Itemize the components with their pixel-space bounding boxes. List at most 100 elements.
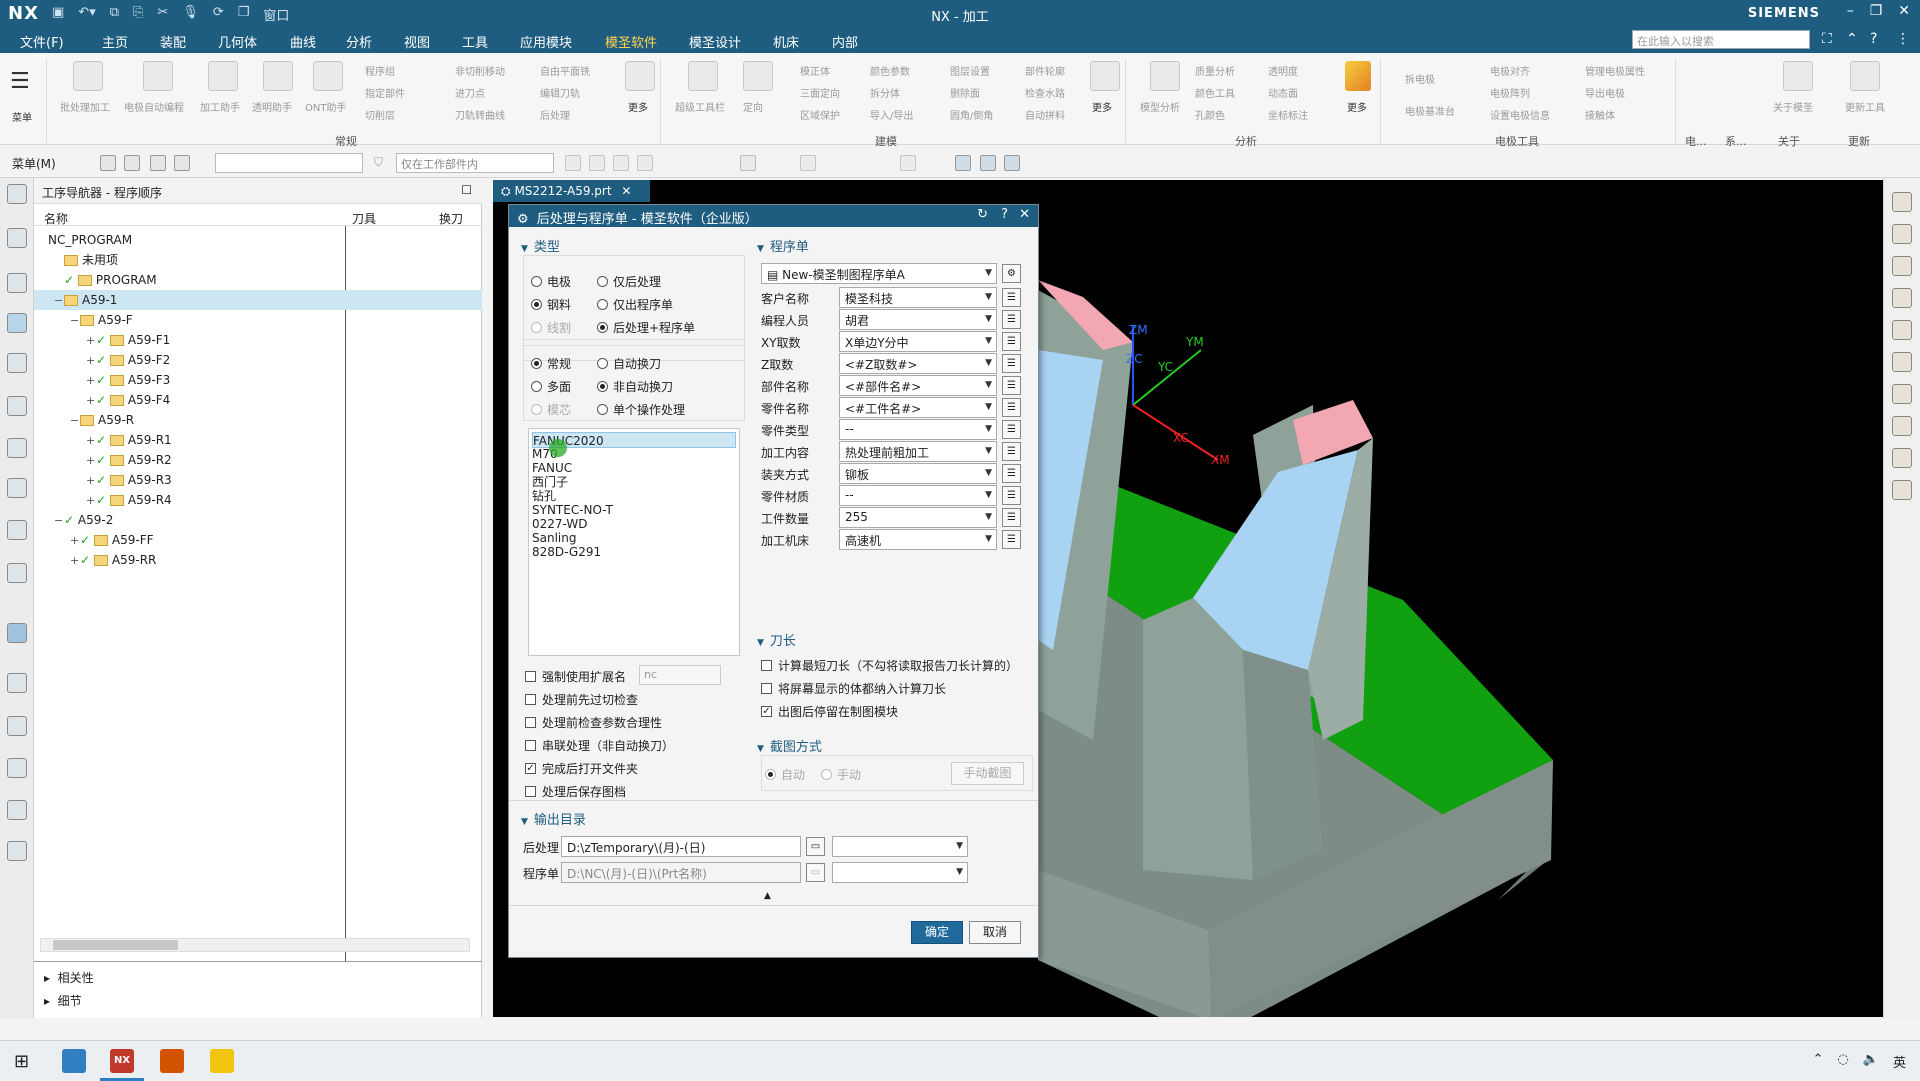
split-electrode-button[interactable]: 拆电极 [1405, 71, 1435, 86]
input-method-icon[interactable]: 英 [1893, 1052, 1906, 1071]
resource-icon[interactable] [1892, 448, 1912, 468]
dynamic-face-button[interactable]: 动态面 [1268, 85, 1298, 100]
toolpath-curve-button[interactable]: 刀轨转曲线 [455, 107, 505, 122]
electrode-info-button[interactable]: 设置电极信息 [1490, 107, 1550, 122]
radio-mold-core[interactable]: 模芯 [531, 401, 571, 418]
scope-combo[interactable]: 仅在工作部件内 [396, 153, 554, 173]
field-combo[interactable]: 模圣科技 ▼ [839, 287, 997, 308]
model-analysis-icon[interactable] [1150, 61, 1180, 91]
tree-row[interactable]: +✓ A59-R1 [34, 430, 482, 450]
toolbar-icon[interactable] [174, 155, 190, 171]
browse-folder-icon[interactable]: ▭ [806, 837, 825, 856]
field-combo[interactable]: -- ▼ [839, 419, 997, 440]
expand-toggle-icon[interactable]: + [70, 551, 80, 571]
round-chamfer-button[interactable]: 圆角/倒角 [950, 107, 993, 122]
electrode-auto-icon[interactable] [143, 61, 173, 91]
resource-icon[interactable] [7, 758, 27, 778]
checkbox-open-folder[interactable]: ✓ 完成后打开文件夹 [525, 760, 638, 777]
post-dir-input[interactable]: D:\zTemporary\(月)-(日) [561, 836, 801, 857]
tree-row[interactable]: − A59-F [34, 310, 482, 330]
specify-part-button[interactable]: 指定部件 [365, 85, 405, 100]
hamburger-menu-icon[interactable]: ☰ [10, 69, 30, 94]
scrollbar-thumb[interactable] [53, 940, 178, 950]
tree-row[interactable]: ✓ PROGRAM [34, 270, 482, 290]
toolbar-icon[interactable] [1004, 155, 1020, 171]
roles-icon[interactable] [1892, 192, 1912, 212]
tree-row[interactable]: − A59-1 [34, 290, 482, 310]
resource-icon[interactable] [7, 520, 27, 540]
batch-machining-icon[interactable] [73, 61, 103, 91]
history-icon[interactable] [7, 673, 27, 693]
ruler-icon[interactable] [1345, 61, 1371, 91]
tree-row[interactable]: +✓ A59-FF [34, 530, 482, 550]
radio-post-only[interactable]: 仅后处理 [597, 273, 661, 290]
toolbar-icon[interactable] [613, 155, 629, 171]
expand-toggle-icon[interactable]: − [54, 511, 64, 531]
field-combo[interactable]: -- ▼ [839, 485, 997, 506]
expand-toggle-icon[interactable]: + [86, 351, 96, 371]
tree-row[interactable]: +✓ A59-R3 [34, 470, 482, 490]
extension-input[interactable]: nc [639, 665, 721, 685]
powerpoint-taskbar-icon[interactable] [160, 1049, 184, 1073]
tab-curve[interactable]: 曲线 [290, 32, 316, 51]
shape-body-button[interactable]: 模正体 [800, 63, 830, 78]
radio-auto-tool-change[interactable]: 自动换刀 [597, 355, 661, 372]
program-group-button[interactable]: 程序组 [365, 63, 395, 78]
program-dir-input[interactable]: D:\NC\(月)-(日)\(Prt名称) [561, 862, 801, 883]
expand-toggle-icon[interactable]: + [86, 371, 96, 391]
checkbox-overcut-check[interactable]: 处理前先过切检查 [525, 691, 638, 708]
tab-view[interactable]: 视图 [404, 32, 430, 51]
field-edit-icon[interactable]: ☰ [1002, 420, 1021, 439]
resource-icon[interactable] [7, 841, 27, 861]
program-dir-history-combo[interactable]: ▼ [832, 862, 968, 883]
field-combo[interactable]: 铆板 ▼ [839, 463, 997, 484]
column-header-name[interactable]: 名称 [44, 210, 68, 227]
more-commands-icon[interactable] [625, 61, 655, 91]
program-section-header[interactable]: ▼ 程序单 [757, 236, 809, 255]
positioning-label[interactable]: 定向 [743, 99, 763, 114]
field-edit-icon[interactable]: ☰ [1002, 376, 1021, 395]
tab-assembly[interactable]: 装配 [160, 32, 186, 51]
part-navigator-icon[interactable] [7, 228, 27, 248]
batch-machining-label[interactable]: 批处理加工 [60, 99, 110, 114]
command-search-input[interactable]: 在此输入以搜索 [1632, 30, 1810, 49]
resource-icon[interactable] [1892, 320, 1912, 340]
template-combo[interactable]: ▤ New-模圣制图程序单A ▼ [761, 263, 997, 284]
toolbar-icon[interactable] [740, 155, 756, 171]
toolbar-icon[interactable] [900, 155, 916, 171]
tab-machine[interactable]: 机床 [773, 32, 799, 51]
tab-analysis[interactable]: 分析 [346, 32, 372, 51]
field-edit-icon[interactable]: ☰ [1002, 354, 1021, 373]
update-tool-icon[interactable] [1850, 61, 1880, 91]
checkbox-force-extension[interactable]: 强制使用扩展名 [525, 668, 626, 685]
radio-steel[interactable]: 钢料 [531, 296, 571, 313]
more-label-2[interactable]: 更多 [1092, 99, 1112, 114]
expand-toggle-icon[interactable]: + [86, 451, 96, 471]
close-tab-icon[interactable]: ✕ [621, 184, 631, 198]
checkbox-calc-min-length[interactable]: 计算最短刀长（不勾将读取报告刀长计算的） [761, 657, 1018, 674]
radio-wire[interactable]: 线割 [531, 319, 571, 336]
tree-row[interactable]: +✓ A59-RR [34, 550, 482, 570]
expand-toggle-icon[interactable]: − [70, 411, 80, 431]
field-edit-icon[interactable]: ☰ [1002, 442, 1021, 461]
field-combo[interactable]: X单边Y分中 ▼ [839, 331, 997, 352]
expand-toggle-icon[interactable]: + [86, 391, 96, 411]
radio-screenshot-auto[interactable]: 自动 [765, 766, 805, 783]
toolbar-icon[interactable] [589, 155, 605, 171]
menu-button-label[interactable]: 菜单 [12, 109, 32, 124]
operation-navigator-icon[interactable] [7, 313, 27, 333]
perspective-assist-label[interactable]: 透明助手 [252, 99, 292, 114]
machining-assist-icon[interactable] [208, 61, 238, 91]
list-icon[interactable] [1892, 224, 1912, 244]
machine-navigator-icon[interactable] [7, 353, 27, 373]
field-edit-icon[interactable]: ☰ [1002, 486, 1021, 505]
tree-row[interactable]: +✓ A59-F4 [34, 390, 482, 410]
tree-row[interactable]: +✓ A59-F2 [34, 350, 482, 370]
checkbox-save-drawing[interactable]: 处理后保存图档 [525, 783, 626, 800]
feed-point-button[interactable]: 进刀点 [455, 85, 485, 100]
machining-assist-label[interactable]: 加工助手 [200, 99, 240, 114]
more-icon[interactable]: ⋮ [1896, 31, 1910, 47]
horizontal-scrollbar[interactable] [40, 938, 470, 952]
about-mosheng-label[interactable]: 关于模圣 [1773, 99, 1813, 114]
tree-row[interactable]: − A59-R [34, 410, 482, 430]
